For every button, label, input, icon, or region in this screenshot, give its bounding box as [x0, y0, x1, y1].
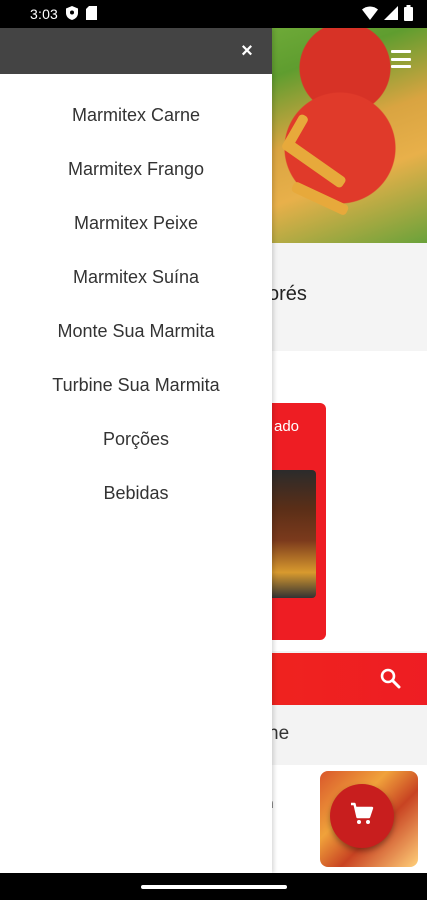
close-icon[interactable]: ×	[236, 40, 258, 62]
wifi-icon	[362, 6, 378, 23]
home-gesture-handle[interactable]	[140, 884, 287, 889]
battery-icon	[404, 4, 413, 24]
cart-icon	[350, 802, 374, 831]
menu-item-marmitex-suina[interactable]: Marmitex Suína	[0, 250, 272, 304]
store-name: orés	[268, 283, 307, 305]
app-screen: orés ado ne m × Marmitex Carne Marmitex …	[0, 28, 427, 873]
promo-label: ado	[274, 418, 300, 435]
search-icon[interactable]	[379, 667, 401, 689]
list-icon[interactable]	[391, 50, 411, 68]
menu-item-marmitex-frango[interactable]: Marmitex Frango	[0, 142, 272, 196]
cart-button[interactable]	[330, 784, 394, 848]
status-time: 3:03	[30, 6, 59, 22]
system-nav-bar	[0, 873, 427, 900]
menu-item-turbine-sua-marmita[interactable]: Turbine Sua Marmita	[0, 358, 272, 412]
menu-item-marmitex-carne[interactable]: Marmitex Carne	[0, 88, 272, 142]
menu-item-porcoes[interactable]: Porções	[0, 412, 272, 466]
menu-item-monte-sua-marmita[interactable]: Monte Sua Marmita	[0, 304, 272, 358]
drawer-menu: Marmitex Carne Marmitex Frango Marmitex …	[0, 74, 272, 520]
menu-item-marmitex-peixe[interactable]: Marmitex Peixe	[0, 196, 272, 250]
drawer-header: ×	[0, 28, 272, 74]
sim-card-icon	[86, 5, 98, 23]
navigation-drawer: × Marmitex Carne Marmitex Frango Marmite…	[0, 28, 272, 873]
menu-item-bebidas[interactable]: Bebidas	[0, 466, 272, 520]
shield-icon	[66, 5, 79, 23]
signal-icon	[384, 5, 398, 23]
status-bar: 3:03	[0, 0, 427, 28]
